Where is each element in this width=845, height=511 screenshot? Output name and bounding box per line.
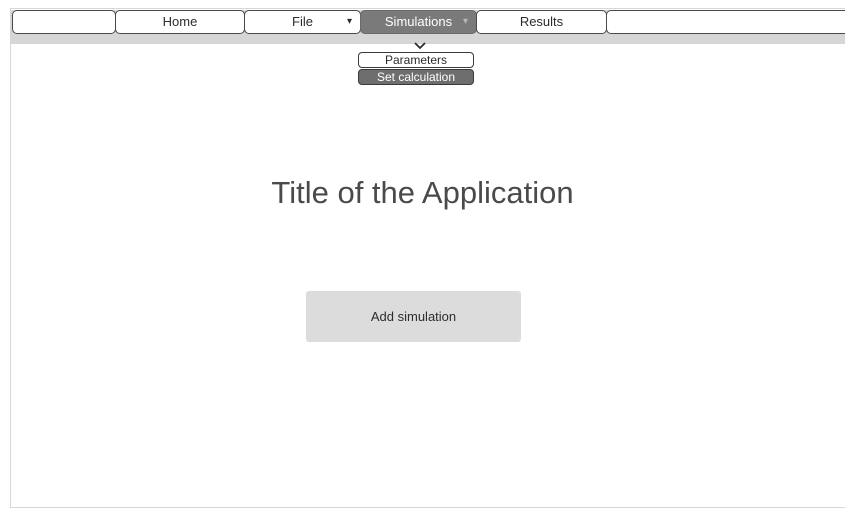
tab-blank-left[interactable] xyxy=(12,10,116,34)
tab-label: Simulations xyxy=(384,14,453,29)
tab-label: Home xyxy=(162,14,198,29)
add-simulation-button[interactable]: Add simulation xyxy=(306,291,521,342)
add-simulation-label: Add simulation xyxy=(370,309,457,324)
page-title: Title of the Application xyxy=(271,175,574,210)
tab-results[interactable]: Results xyxy=(476,10,607,34)
tab-blank-right[interactable] xyxy=(606,10,845,34)
tab-label: File xyxy=(292,14,313,29)
submenu-item-set-calculation[interactable]: Set calculation xyxy=(358,69,474,85)
tab-simulations[interactable]: Simulations ▾ xyxy=(360,10,477,34)
submenu-item-label: Set calculation xyxy=(376,70,456,84)
submenu-item-parameters[interactable]: Parameters xyxy=(358,52,474,68)
chevron-down-icon: ▾ xyxy=(346,16,352,27)
tab-home[interactable]: Home xyxy=(115,10,245,34)
submenu-item-label: Parameters xyxy=(384,53,448,67)
chevron-down-icon: ▾ xyxy=(462,16,468,27)
chevron-down-icon xyxy=(413,41,427,51)
tab-label: Results xyxy=(519,14,564,29)
tab-file[interactable]: File ▾ xyxy=(244,10,361,34)
